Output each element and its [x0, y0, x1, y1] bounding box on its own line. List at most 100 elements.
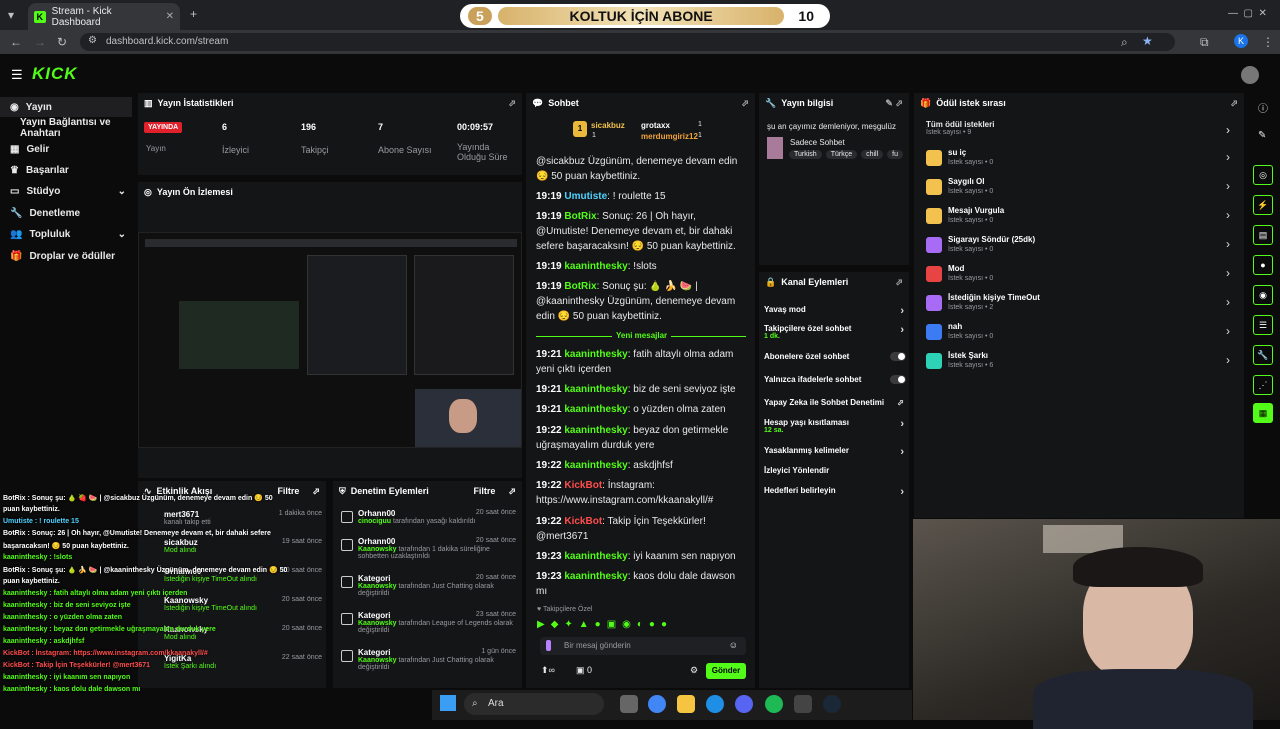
infinity-points-icon[interactable]: ⬆∞	[541, 665, 555, 676]
reward-row[interactable]: İstediğin kişiye TimeOut İstek sayısı • 2…	[926, 292, 1232, 314]
chat-input[interactable]: Bir mesaj gönderin ☺	[540, 637, 746, 655]
window-controls[interactable]: — ▢ ✕	[1228, 8, 1267, 19]
rail-share-icon[interactable]: ⋰	[1253, 375, 1273, 395]
kick-favicon-icon: K	[34, 10, 46, 23]
obs-icon[interactable]	[794, 695, 812, 713]
hamburger-menu-icon[interactable]: ☰	[11, 67, 23, 83]
browser-menu-icon[interactable]: ⋮	[1262, 35, 1274, 49]
rail-book-icon[interactable]: ▤	[1253, 225, 1273, 245]
heart-icon: ♥	[537, 606, 542, 613]
reward-row[interactable]: Mod İstek sayısı • 0 ›	[926, 263, 1232, 285]
info-icon[interactable]: ⓘ	[1258, 100, 1268, 115]
chat-message: 19:19 Umutiste: ! roulette 15	[536, 191, 666, 202]
url-field[interactable]: dashboard.kick.com/stream	[80, 33, 1175, 51]
rail-broadcast-icon[interactable]: ◉	[1253, 285, 1273, 305]
gift-count[interactable]: ▣ 0	[576, 665, 592, 676]
tag[interactable]: Türkçe	[825, 150, 858, 159]
stream-info-panel: 🔧 Yayın bilgisi ✎ ⬀	[759, 93, 909, 265]
reward-row[interactable]: su iç İstek sayısı • 0 ›	[926, 147, 1232, 169]
task-view-icon[interactable]	[620, 695, 638, 713]
sidebar-item-topluluk[interactable]: 👥 Topluluk ⌄	[0, 224, 132, 244]
forward-icon[interactable]: →	[34, 35, 46, 49]
popout-icon[interactable]: ⬀	[508, 486, 516, 497]
all-rewards-row[interactable]: Tüm ödül istekleri İstek sayısı • 9 ›	[926, 120, 1232, 142]
action-account-age[interactable]: Hesap yaşı kısıtlaması 12 sa. ›	[764, 418, 906, 434]
rail-camera-icon[interactable]: ◎	[1253, 165, 1273, 185]
activity-filter-button[interactable]: Filtre	[277, 486, 299, 496]
user-avatar[interactable]	[1241, 66, 1259, 84]
moderation-filter-button[interactable]: Filtre	[473, 486, 495, 496]
discord-icon[interactable]	[735, 695, 753, 713]
edge-icon[interactable]	[706, 695, 724, 713]
wrench-icon: 🔧	[765, 97, 777, 108]
subs-only-toggle[interactable]	[890, 352, 906, 361]
popout-icon[interactable]: ⬀	[741, 98, 749, 109]
tag-list: Turkish Türkçe chill fu	[789, 150, 909, 159]
gift-icon: ▣	[576, 665, 585, 675]
reward-row[interactable]: Saygılı Ol İstek sayısı • 0 ›	[926, 176, 1232, 198]
external-link-icon: ⬀	[897, 398, 904, 407]
reload-icon[interactable]: ↻	[57, 35, 67, 49]
popout-icon[interactable]: ⬀	[895, 277, 903, 288]
popout-icon[interactable]: ⬀	[1230, 98, 1238, 109]
sidebar-item-droplar[interactable]: 🎁 Droplar ve ödüller	[0, 246, 132, 266]
rail-chat-icon[interactable]: ●	[1253, 255, 1273, 275]
sidebar-item-basarilar[interactable]: ♛ Başarılar	[0, 160, 132, 180]
edit-icon[interactable]: ✎ ⬀	[885, 98, 903, 109]
action-raid[interactable]: İzleyici Yönlendir	[764, 466, 906, 475]
send-button[interactable]: Gönder	[706, 663, 746, 679]
chat-settings-icon[interactable]: ⚙	[690, 665, 698, 676]
kick-logo[interactable]: KICK	[32, 64, 78, 84]
popout-icon[interactable]: ⬀	[508, 98, 516, 109]
sidebar-item-studyo[interactable]: ▭ Stüdyo ⌄	[0, 181, 132, 201]
rail-add-icon[interactable]: ▦	[1253, 403, 1273, 423]
sidebar-item-yayin[interactable]: ◉ Yayın	[0, 97, 132, 117]
action-ai-moderation[interactable]: Yapay Zeka ile Sohbet Denetimi ⬀	[764, 398, 906, 407]
tag[interactable]: chill	[861, 150, 884, 159]
browser-tab[interactable]: K Stream - Kick Dashboard ✕	[28, 3, 180, 30]
action-followers-only[interactable]: Takipçilere özel sohbet 1 dk. ›	[764, 324, 906, 340]
taskbar-search[interactable]: ⌕ Ara	[464, 693, 604, 715]
sidebar-item-stream-key[interactable]: Yayın Bağlantısı ve Anahtarı	[10, 117, 136, 139]
windows-start-icon[interactable]	[440, 695, 456, 711]
sidebar-item-gelir[interactable]: ▦ Gelir	[0, 139, 132, 159]
tab-close-icon[interactable]: ✕	[166, 11, 174, 22]
sidebar-item-denetleme[interactable]: 🔧 Denetleme	[0, 203, 132, 223]
reward-row[interactable]: Mesajı Vurgula İstek sayısı • 0 ›	[926, 205, 1232, 227]
bookmark-star-icon[interactable]: ★	[1142, 34, 1153, 48]
action-banned-words[interactable]: Yasaklanmış kelimeler ›	[764, 446, 906, 458]
edit-icon[interactable]: ✎	[1258, 130, 1266, 141]
rail-bolt-icon[interactable]: ⚡	[1253, 195, 1273, 215]
reward-row[interactable]: Sigarayı Söndür (25dk) İstek sayısı • 0 ›	[926, 234, 1232, 256]
chevron-right-icon: ›	[900, 418, 904, 430]
action-emotes-only[interactable]: Yalnızca ifadelerle sohbet	[764, 375, 906, 384]
extensions-icon[interactable]: ⧉	[1200, 35, 1209, 50]
reward-row[interactable]: nah İstek sayısı • 0 ›	[926, 321, 1232, 343]
rail-list-icon[interactable]: ☰	[1253, 315, 1273, 335]
chat-message: 19:23 kaaninthesky: iyi kaanım sen napıy…	[536, 551, 736, 562]
action-subs-only[interactable]: Abonelere özel sohbet	[764, 352, 906, 361]
emoji-icon[interactable]: ☺	[729, 640, 738, 650]
emotes-only-toggle[interactable]	[890, 375, 906, 384]
chrome-icon[interactable]	[648, 695, 666, 713]
broadcast-icon: ◉	[10, 101, 19, 113]
site-info-icon[interactable]: ⚙	[88, 35, 97, 46]
action-slow-mode[interactable]: Yavaş mod ›	[764, 305, 906, 317]
action-goals[interactable]: Hedefleri belirleyin ›	[764, 486, 906, 498]
live-badge: YAYINDA	[144, 122, 183, 133]
rail-wrench-icon[interactable]: 🔧	[1253, 345, 1273, 365]
popout-icon[interactable]: ⬀	[312, 486, 320, 497]
new-tab-button[interactable]: +	[190, 7, 197, 21]
tab-list-icon[interactable]: ▾	[8, 8, 14, 22]
profile-avatar[interactable]: K	[1234, 34, 1248, 48]
stream-preview-video[interactable]	[138, 232, 522, 448]
back-icon[interactable]: ←	[10, 35, 22, 49]
steam-icon[interactable]	[823, 695, 841, 713]
spotify-icon[interactable]	[765, 695, 783, 713]
tag[interactable]: Turkish	[789, 150, 822, 159]
emote-bar[interactable]: ▶◆✦▲●▣◉◐●●	[537, 619, 747, 633]
tag[interactable]: fu	[887, 150, 904, 159]
file-explorer-icon[interactable]	[677, 695, 695, 713]
zoom-icon[interactable]: ⌕	[1121, 35, 1128, 50]
reward-row[interactable]: İstek Şarkı İstek sayısı • 6 ›	[926, 350, 1232, 372]
